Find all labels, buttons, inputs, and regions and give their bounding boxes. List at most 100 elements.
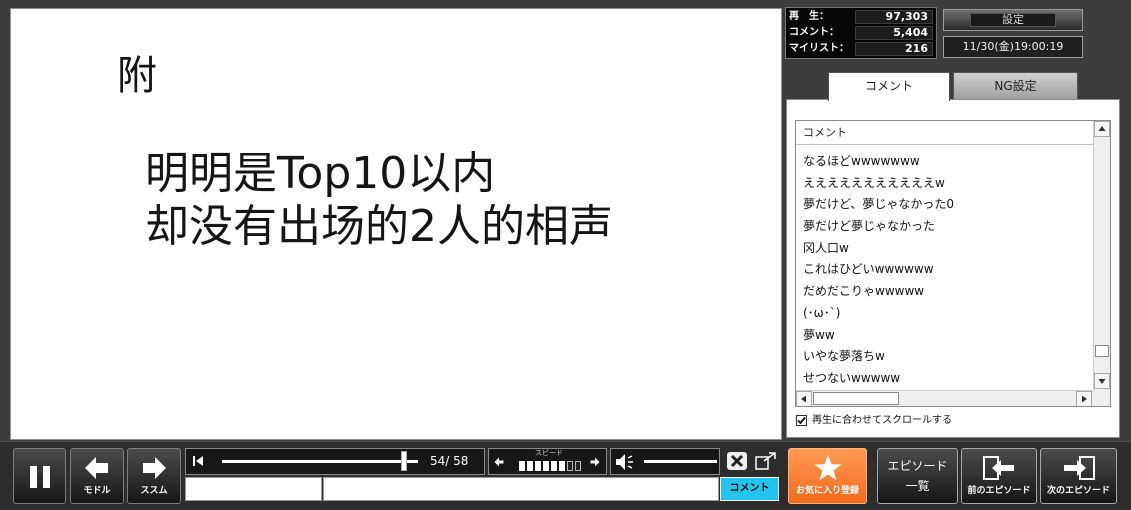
skip-start-icon[interactable]: [192, 455, 204, 467]
tab-comment[interactable]: コメント: [828, 72, 950, 101]
list-item[interactable]: せつないwwwww: [796, 368, 1093, 390]
chevron-left-icon: [801, 395, 806, 403]
rewind-button[interactable]: モドル: [70, 448, 124, 504]
seek-thumb[interactable]: [401, 451, 408, 471]
speed-segment: [559, 461, 565, 471]
comments-label: コメント：: [789, 27, 839, 38]
comment-list-header[interactable]: コメント: [796, 121, 1093, 145]
next-episode-button[interactable]: 次のエピソード: [1040, 448, 1117, 504]
mylist-row: マイリスト： 216: [787, 41, 935, 57]
check-icon: [797, 416, 806, 425]
expand-icon[interactable]: [754, 451, 778, 471]
forward-label: ススム: [140, 486, 168, 496]
volume-slider[interactable]: [644, 460, 717, 463]
video-caption-line-1: 附: [117, 53, 157, 99]
speed-meter[interactable]: [519, 461, 585, 471]
vertical-scrollbar[interactable]: [1093, 121, 1110, 390]
comments-row: コメント： 5,404: [787, 25, 935, 41]
video-player: 附 明明是Top10以内 却没有出场的2人的相声 再 生： 97,303 コメン…: [0, 0, 1131, 510]
list-item[interactable]: えええええええええええw: [796, 173, 1093, 195]
volume-control: [610, 448, 720, 475]
speed-down-icon[interactable]: [494, 457, 504, 467]
speed-segment: [551, 461, 557, 471]
comment-list: コメント なるほどwwwwwww えええええええええええw 夢だけど、夢じゃなか…: [795, 120, 1111, 407]
scroll-down-button[interactable]: [1094, 373, 1110, 389]
horizontal-scroll-thumb[interactable]: [813, 392, 899, 405]
post-datetime: 11/30(金)19:00:19: [943, 36, 1083, 58]
pause-icon: [30, 466, 50, 488]
settings-button-label: 設定: [1002, 13, 1024, 26]
seek-bar: 54/ 58: [185, 448, 485, 475]
command-input[interactable]: [185, 477, 322, 501]
favorite-label: お気に入り登録: [795, 486, 859, 496]
episode-list-button[interactable]: エピソード 一覧: [877, 448, 958, 504]
prev-episode-icon: [983, 456, 1014, 480]
speed-segment: [543, 461, 549, 471]
list-item[interactable]: だめだこりゃwwwww: [796, 281, 1093, 303]
list-item[interactable]: これはひどいwwwwww: [796, 259, 1093, 281]
speed-control: スピード: [488, 448, 607, 475]
post-comment-button[interactable]: コメント: [720, 477, 779, 501]
arrow-left-icon: [85, 457, 108, 479]
controls-bar: モドル ススム 54/ 58 スピード コメント お気に入り登録 エピソード 一…: [0, 441, 1131, 510]
mylist-count: 216: [855, 42, 933, 56]
tab-ng-settings[interactable]: NG設定: [953, 72, 1078, 100]
autoscroll-option[interactable]: 再生に合わせてスクロールする: [796, 414, 1016, 427]
next-episode-icon: [1063, 456, 1095, 480]
arrow-right-icon: [143, 457, 166, 479]
comment-panel: コメント なるほどwwwwwww えええええええええええw 夢だけど、夢じゃなか…: [786, 99, 1120, 438]
pause-button[interactable]: [13, 448, 66, 504]
comment-input[interactable]: [323, 477, 719, 501]
list-item[interactable]: 冈人口w: [796, 238, 1093, 260]
speed-label: スピード: [535, 449, 563, 457]
views-label: 再 生：: [789, 11, 829, 22]
close-icon[interactable]: [726, 451, 748, 471]
scroll-right-button[interactable]: [1076, 391, 1092, 406]
chevron-right-icon: [1082, 395, 1087, 403]
favorite-button[interactable]: お気に入り登録: [788, 448, 867, 504]
next-episode-label: 次のエピソード: [1046, 486, 1110, 496]
mylist-label: マイリスト：: [789, 43, 849, 54]
episode-list-label-line-2: 一覧: [905, 479, 930, 493]
episode-list-label-line-1: エピソード: [887, 459, 948, 473]
chevron-up-icon: [1098, 126, 1106, 131]
scrollbar-corner: [1093, 390, 1110, 406]
comment-items: なるほどwwwwwww えええええええええええw 夢だけど、夢じゃなかった0 夢…: [796, 151, 1093, 390]
rewind-label: モドル: [83, 486, 111, 496]
prev-episode-button[interactable]: 前のエピソード: [961, 448, 1037, 504]
speed-segment: [575, 461, 581, 471]
list-item[interactable]: なるほどwwwwwww: [796, 151, 1093, 173]
video-caption-line-2: 明明是Top10以内: [145, 148, 496, 199]
speed-segment: [519, 461, 525, 471]
views-row: 再 生： 97,303: [787, 9, 935, 25]
speaker-icon[interactable]: [615, 453, 637, 471]
seek-track[interactable]: [222, 460, 418, 463]
list-item[interactable]: (･ω･`): [796, 303, 1093, 325]
list-item[interactable]: 夢だけど、夢じゃなかった0: [796, 194, 1093, 216]
list-item[interactable]: いやな夢落ちw: [796, 346, 1093, 368]
stats-panel: 再 生： 97,303 コメント： 5,404 マイリスト： 216: [785, 7, 937, 59]
playback-position: 54/ 58: [430, 454, 469, 468]
list-item[interactable]: 夢だけど夢じゃなかった: [796, 216, 1093, 238]
star-icon: [814, 455, 842, 481]
speed-segment: [527, 461, 533, 471]
views-count: 97,303: [855, 10, 933, 24]
list-item[interactable]: 夢ww: [796, 325, 1093, 347]
horizontal-scrollbar[interactable]: [796, 390, 1093, 406]
autoscroll-checkbox[interactable]: [796, 415, 807, 426]
volume-fill: [644, 460, 717, 463]
settings-button[interactable]: 設定: [943, 9, 1083, 31]
chevron-down-icon: [1098, 379, 1106, 384]
scroll-left-button[interactable]: [796, 391, 812, 406]
autoscroll-label: 再生に合わせてスクロールする: [812, 415, 952, 426]
vertical-scroll-thumb[interactable]: [1095, 345, 1109, 357]
comments-count: 5,404: [855, 26, 933, 40]
scroll-up-button[interactable]: [1094, 121, 1110, 137]
speed-segment: [567, 461, 573, 471]
speed-segment: [535, 461, 541, 471]
prev-episode-label: 前のエピソード: [967, 486, 1031, 496]
forward-button[interactable]: ススム: [127, 448, 181, 504]
video-screen[interactable]: 附 明明是Top10以内 却没有出场的2人的相声: [10, 8, 782, 440]
video-caption-line-3: 却没有出场的2人的相声: [145, 201, 613, 252]
speed-up-icon[interactable]: [590, 457, 600, 467]
